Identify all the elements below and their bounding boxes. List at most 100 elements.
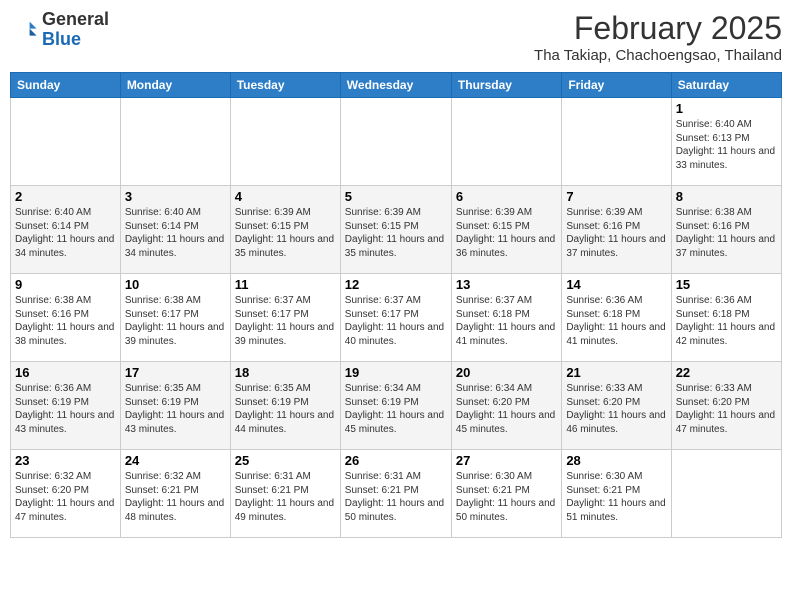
calendar-week-0: 1Sunrise: 6:40 AM Sunset: 6:13 PM Daylig… (11, 98, 782, 186)
day-info: Sunrise: 6:38 AM Sunset: 6:17 PM Dayligh… (125, 294, 226, 348)
day-number: 4 (235, 189, 336, 204)
day-number: 6 (456, 189, 557, 204)
day-info: Sunrise: 6:36 AM Sunset: 6:18 PM Dayligh… (676, 294, 777, 348)
calendar-cell: 28 Sunrise: 6:30 AM Sunset: 6:21 PM Dayli… (562, 450, 671, 538)
day-info: Sunrise: 6:40 AM Sunset: 6:14 PM Dayligh… (15, 206, 116, 260)
day-info: Sunrise: 6:32 AM Sunset: 6:21 PM Dayligh… (125, 470, 226, 524)
calendar-cell (562, 98, 671, 186)
day-number: 15 (676, 277, 777, 292)
logo-text: General Blue (42, 10, 109, 50)
day-info: Sunrise: 6:32 AM Sunset: 6:20 PM Dayligh… (15, 470, 116, 524)
calendar-cell: 24 Sunrise: 6:32 AM Sunset: 6:21 PM Dayli… (120, 450, 230, 538)
column-header-friday: Friday (562, 73, 671, 98)
calendar-cell: 14Sunrise: 6:36 AM Sunset: 6:18 PM Dayli… (562, 274, 671, 362)
day-info: Sunrise: 6:34 AM Sunset: 6:20 PM Dayligh… (456, 382, 557, 436)
day-info: Sunrise: 6:31 AM Sunset: 6:21 PM Dayligh… (235, 470, 336, 524)
day-number: 14 (566, 277, 666, 292)
calendar-cell: 15 Sunrise: 6:36 AM Sunset: 6:18 PM Dayli… (671, 274, 781, 362)
day-info: Sunrise: 6:39 AM Sunset: 6:15 PM Dayligh… (345, 206, 447, 260)
day-number: 9 (15, 277, 116, 292)
day-number: 19 (345, 365, 447, 380)
day-info: Sunrise: 6:39 AM Sunset: 6:16 PM Dayligh… (566, 206, 666, 260)
calendar-cell (671, 450, 781, 538)
day-number: 26 (345, 453, 447, 468)
day-info: Sunrise: 6:35 AM Sunset: 6:19 PM Dayligh… (125, 382, 226, 436)
title-block: February 2025 Tha Takiap, Chachoengsao, … (534, 10, 782, 64)
day-info: Sunrise: 6:30 AM Sunset: 6:21 PM Dayligh… (456, 470, 557, 524)
day-number: 23 (15, 453, 116, 468)
calendar-cell: 4 Sunrise: 6:39 AM Sunset: 6:15 PM Daylig… (230, 186, 340, 274)
calendar-cell: 20 Sunrise: 6:34 AM Sunset: 6:20 PM Dayli… (451, 362, 561, 450)
day-info: Sunrise: 6:38 AM Sunset: 6:16 PM Dayligh… (15, 294, 116, 348)
day-info: Sunrise: 6:37 AM Sunset: 6:17 PM Dayligh… (235, 294, 336, 348)
day-info: Sunrise: 6:33 AM Sunset: 6:20 PM Dayligh… (676, 382, 777, 436)
calendar-cell: 18 Sunrise: 6:35 AM Sunset: 6:19 PM Dayli… (230, 362, 340, 450)
day-number: 28 (566, 453, 666, 468)
day-number: 8 (676, 189, 777, 204)
calendar-cell (230, 98, 340, 186)
column-header-sunday: Sunday (11, 73, 121, 98)
calendar-cell: 19 Sunrise: 6:34 AM Sunset: 6:19 PM Dayli… (340, 362, 451, 450)
day-number: 24 (125, 453, 226, 468)
day-info: Sunrise: 6:39 AM Sunset: 6:15 PM Dayligh… (235, 206, 336, 260)
day-number: 22 (676, 365, 777, 380)
day-number: 20 (456, 365, 557, 380)
logo-icon (10, 16, 38, 44)
calendar-cell: 3Sunrise: 6:40 AM Sunset: 6:14 PM Daylig… (120, 186, 230, 274)
calendar-cell: 6 Sunrise: 6:39 AM Sunset: 6:15 PM Daylig… (451, 186, 561, 274)
day-number: 12 (345, 277, 447, 292)
day-info: Sunrise: 6:40 AM Sunset: 6:14 PM Dayligh… (125, 206, 226, 260)
calendar-cell: 9 Sunrise: 6:38 AM Sunset: 6:16 PM Daylig… (11, 274, 121, 362)
day-number: 27 (456, 453, 557, 468)
day-number: 18 (235, 365, 336, 380)
day-info: Sunrise: 6:31 AM Sunset: 6:21 PM Dayligh… (345, 470, 447, 524)
day-number: 5 (345, 189, 447, 204)
calendar-week-2: 9 Sunrise: 6:38 AM Sunset: 6:16 PM Daylig… (11, 274, 782, 362)
calendar-cell: 11Sunrise: 6:37 AM Sunset: 6:17 PM Dayli… (230, 274, 340, 362)
day-info: Sunrise: 6:37 AM Sunset: 6:17 PM Dayligh… (345, 294, 447, 348)
calendar-cell: 12 Sunrise: 6:37 AM Sunset: 6:17 PM Dayli… (340, 274, 451, 362)
day-number: 25 (235, 453, 336, 468)
logo: General Blue (10, 10, 109, 50)
calendar-cell (340, 98, 451, 186)
location: Tha Takiap, Chachoengsao, Thailand (534, 47, 782, 64)
calendar-table: SundayMondayTuesdayWednesdayThursdayFrid… (10, 72, 782, 538)
logo-blue: Blue (42, 29, 81, 49)
day-info: Sunrise: 6:30 AM Sunset: 6:21 PM Dayligh… (566, 470, 666, 524)
calendar-cell (120, 98, 230, 186)
calendar-cell: 23 Sunrise: 6:32 AM Sunset: 6:20 PM Dayli… (11, 450, 121, 538)
day-number: 7 (566, 189, 666, 204)
logo-general: General (42, 9, 109, 29)
day-info: Sunrise: 6:35 AM Sunset: 6:19 PM Dayligh… (235, 382, 336, 436)
calendar-week-3: 16 Sunrise: 6:36 AM Sunset: 6:19 PM Dayli… (11, 362, 782, 450)
day-number: 21 (566, 365, 666, 380)
page-header: General Blue February 2025 Tha Takiap, C… (10, 10, 782, 64)
column-header-tuesday: Tuesday (230, 73, 340, 98)
calendar-week-4: 23 Sunrise: 6:32 AM Sunset: 6:20 PM Dayli… (11, 450, 782, 538)
calendar-cell: 13 Sunrise: 6:37 AM Sunset: 6:18 PM Dayli… (451, 274, 561, 362)
calendar-header-row: SundayMondayTuesdayWednesdayThursdayFrid… (11, 73, 782, 98)
calendar-cell: 1Sunrise: 6:40 AM Sunset: 6:13 PM Daylig… (671, 98, 781, 186)
day-info: Sunrise: 6:39 AM Sunset: 6:15 PM Dayligh… (456, 206, 557, 260)
column-header-monday: Monday (120, 73, 230, 98)
calendar-cell: 8Sunrise: 6:38 AM Sunset: 6:16 PM Daylig… (671, 186, 781, 274)
day-number: 17 (125, 365, 226, 380)
day-number: 10 (125, 277, 226, 292)
calendar-cell: 10 Sunrise: 6:38 AM Sunset: 6:17 PM Dayli… (120, 274, 230, 362)
day-info: Sunrise: 6:36 AM Sunset: 6:19 PM Dayligh… (15, 382, 116, 436)
calendar-cell: 26 Sunrise: 6:31 AM Sunset: 6:21 PM Dayli… (340, 450, 451, 538)
day-info: Sunrise: 6:34 AM Sunset: 6:19 PM Dayligh… (345, 382, 447, 436)
calendar-cell (11, 98, 121, 186)
calendar-cell: 21Sunrise: 6:33 AM Sunset: 6:20 PM Dayli… (562, 362, 671, 450)
calendar-week-1: 2Sunrise: 6:40 AM Sunset: 6:14 PM Daylig… (11, 186, 782, 274)
calendar-cell: 7 Sunrise: 6:39 AM Sunset: 6:16 PM Daylig… (562, 186, 671, 274)
column-header-wednesday: Wednesday (340, 73, 451, 98)
day-info: Sunrise: 6:37 AM Sunset: 6:18 PM Dayligh… (456, 294, 557, 348)
calendar-cell: 25 Sunrise: 6:31 AM Sunset: 6:21 PM Dayli… (230, 450, 340, 538)
calendar-cell: 17 Sunrise: 6:35 AM Sunset: 6:19 PM Dayli… (120, 362, 230, 450)
day-number: 13 (456, 277, 557, 292)
calendar-cell (451, 98, 561, 186)
month-title: February 2025 (534, 10, 782, 47)
day-info: Sunrise: 6:40 AM Sunset: 6:13 PM Dayligh… (676, 118, 777, 172)
day-number: 16 (15, 365, 116, 380)
